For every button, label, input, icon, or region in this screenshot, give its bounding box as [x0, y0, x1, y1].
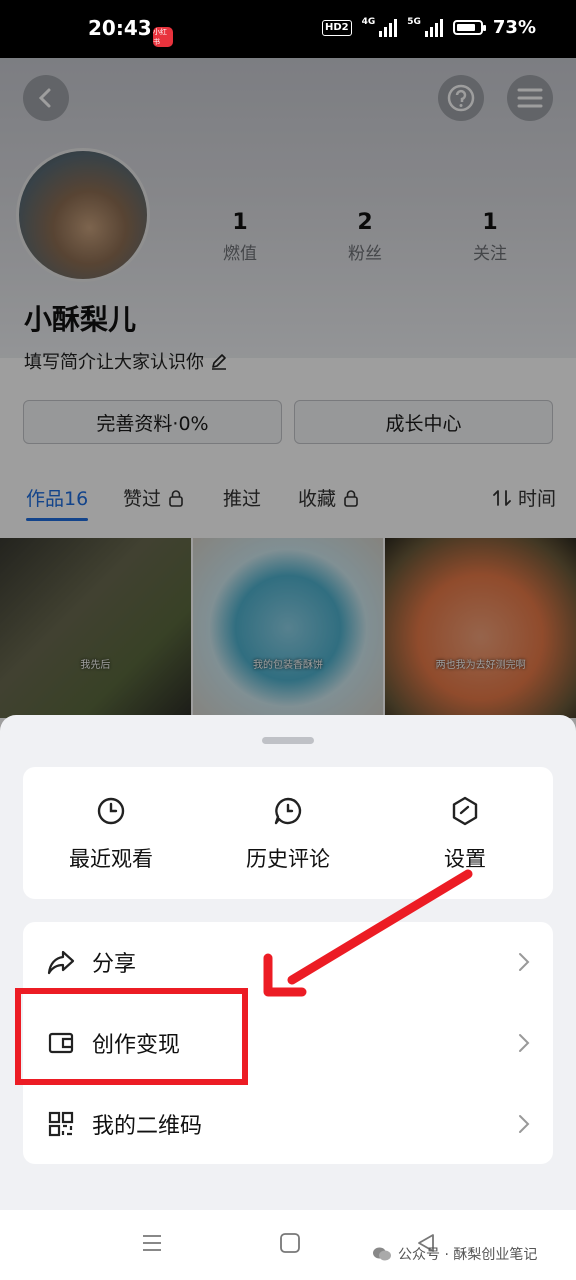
signal-icon [379, 18, 398, 37]
net-5g-label: 5G [407, 16, 421, 27]
my-qrcode-row[interactable]: 我的二维码 [23, 1084, 553, 1164]
clock-icon [97, 797, 125, 825]
home-icon[interactable] [279, 1232, 301, 1254]
chevron-right-icon [519, 1034, 530, 1052]
qrcode-icon [48, 1111, 74, 1137]
comment-history-icon [274, 797, 302, 825]
settings-icon [452, 796, 478, 826]
annotation-highlight-box [15, 988, 248, 1085]
status-bar: 20:43 小红书 HD2 4G 5G 73% [0, 0, 576, 58]
bottom-sheet: 最近观看 历史评论 设置 分享 创作变现 我的二维码 [0, 715, 576, 1210]
wechat-icon [373, 1247, 391, 1261]
row-label: 我的二维码 [92, 1114, 203, 1139]
quick-action-label: 设置 [444, 847, 486, 871]
recent-apps-icon[interactable] [141, 1232, 163, 1254]
row-label: 分享 [92, 952, 137, 977]
quick-actions-card: 最近观看 历史评论 设置 [23, 767, 553, 899]
app-badge-icon: 小红书 [153, 27, 173, 47]
quick-action-label: 历史评论 [246, 847, 330, 871]
battery-percent: 73% [492, 17, 536, 38]
comment-history-button[interactable]: 历史评论 [213, 795, 363, 873]
wechat-watermark: 公众号 · 酥梨创业笔记 [372, 1244, 537, 1264]
chevron-right-icon [519, 1115, 530, 1133]
quick-action-label: 最近观看 [69, 847, 153, 871]
modal-overlay[interactable] [0, 58, 576, 738]
hd-icon: HD2 [321, 19, 352, 36]
net-4g-label: 4G [361, 16, 376, 27]
share-icon [47, 950, 75, 975]
watermark-text: 公众号 · 酥梨创业笔记 [398, 1247, 538, 1263]
status-right: HD2 4G 5G 73% [321, 16, 536, 38]
chevron-right-icon [519, 953, 530, 971]
signal-5g-icon [424, 18, 443, 37]
recently-viewed-button[interactable]: 最近观看 [36, 795, 186, 873]
battery-icon [452, 20, 486, 35]
settings-button[interactable]: 设置 [390, 795, 540, 873]
status-time: 20:43 [88, 16, 152, 40]
sheet-drag-handle[interactable] [262, 737, 314, 744]
